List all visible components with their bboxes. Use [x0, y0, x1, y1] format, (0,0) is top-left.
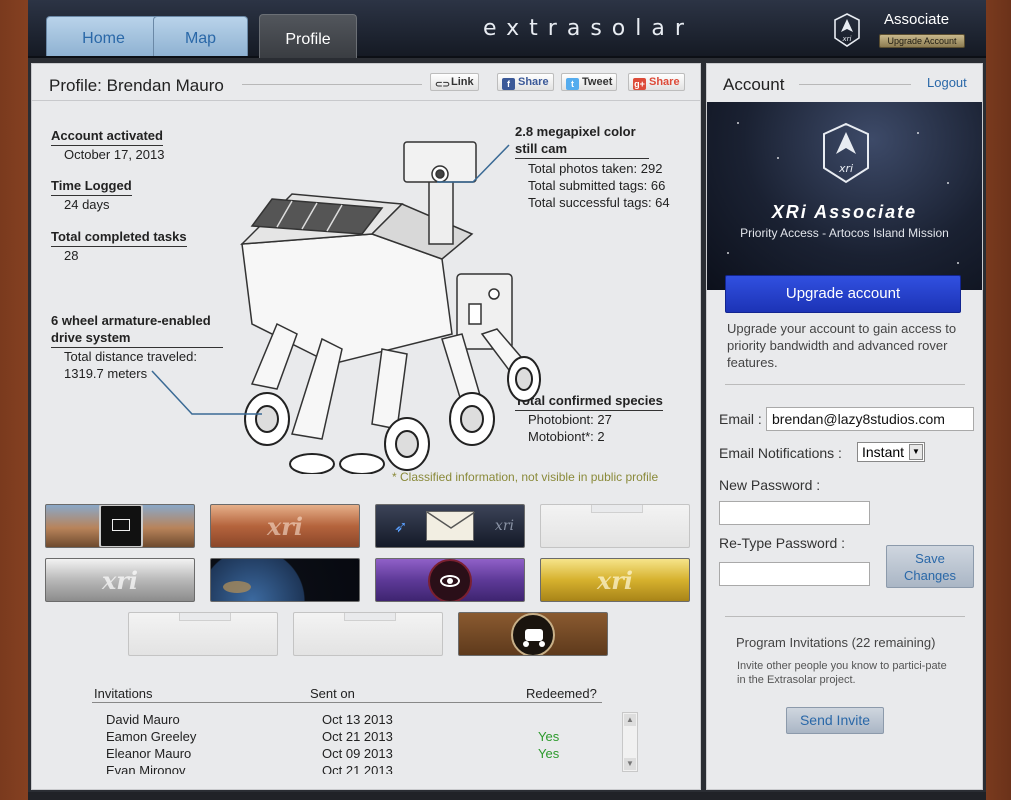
- invitations-header-rule: [92, 702, 602, 703]
- invitation-sent-date: Oct 13 2013: [322, 712, 393, 727]
- invitation-sent-date: Oct 09 2013: [322, 746, 393, 761]
- invitation-name: Evan Mironov: [106, 763, 186, 774]
- invitations-scrollbar[interactable]: ▲ ▼: [622, 712, 638, 772]
- xri-logo-icon: xri: [834, 13, 860, 47]
- tab-map[interactable]: Map: [153, 16, 248, 56]
- redeemed-column-header: Redeemed?: [526, 686, 597, 701]
- rover-icon: [511, 613, 555, 655]
- upgrade-account-button[interactable]: Upgrade account: [725, 275, 961, 313]
- email-notifications-select[interactable]: Instant ▼: [857, 442, 925, 462]
- retype-password-field[interactable]: [719, 562, 870, 586]
- email-label: Email :: [719, 411, 762, 427]
- email-notifications-value: Instant: [862, 444, 905, 460]
- badge-xri-copper[interactable]: xri: [210, 504, 360, 548]
- invitations-divider: [725, 616, 965, 617]
- rocket-icon: ➶: [394, 519, 408, 536]
- badge-empty-slot[interactable]: [293, 612, 443, 656]
- tab-home[interactable]: Home: [46, 16, 161, 56]
- invitations-column-header: Invitations: [94, 686, 153, 701]
- program-invitations-heading: Program Invitations (22 remaining): [736, 635, 936, 650]
- retype-password-label: Re-Type Password :: [719, 535, 846, 551]
- callout-lines: [151, 144, 510, 415]
- brand-logo-text: extrasolar: [483, 16, 694, 41]
- account-panel: Account Logout xri XRi Associate Priorit…: [706, 63, 983, 790]
- send-invite-button[interactable]: Send Invite: [786, 707, 884, 734]
- envelope-icon: [426, 511, 476, 541]
- xri-emblem-icon: xri: [823, 122, 869, 184]
- badge-empty-slot[interactable]: [128, 612, 278, 656]
- badge-xri-mail-label: xri: [494, 518, 514, 534]
- upgrade-account-small-button[interactable]: Upgrade Account: [879, 34, 965, 48]
- app-frame: Home Map Profile extrasolar xri Associat…: [28, 0, 986, 800]
- svg-text:xri: xri: [842, 35, 852, 43]
- account-level-label: Associate: [884, 11, 950, 28]
- badge-xri-mail[interactable]: ➶ xri: [375, 504, 525, 548]
- xri-associate-promo: xri XRi Associate Priority Access - Arto…: [707, 102, 982, 290]
- account-title: Account: [723, 75, 785, 94]
- bottom-bar: [28, 792, 986, 800]
- program-invitations-description: Invite other people you know to partici-…: [737, 660, 947, 686]
- badge-xri-gold[interactable]: xri: [540, 558, 690, 602]
- classified-note: * Classified information, not visible in…: [392, 470, 659, 484]
- sent-on-column-header: Sent on: [310, 686, 355, 701]
- save-changes-button[interactable]: Save Changes: [886, 545, 974, 588]
- badge-xri-silver-label: xri: [101, 566, 139, 595]
- promo-subtitle: Priority Access - Artocos Island Mission: [740, 226, 949, 240]
- promo-title: XRi Associate: [771, 202, 918, 222]
- save-changes-label-1: Save: [915, 551, 945, 566]
- badge-xri-copper-label: xri: [266, 512, 304, 541]
- account-divider: [725, 384, 965, 385]
- svg-text:xri: xri: [838, 162, 853, 175]
- new-password-field[interactable]: [719, 501, 870, 525]
- badge-rover[interactable]: [458, 612, 608, 656]
- logout-link[interactable]: Logout: [927, 75, 967, 90]
- upgrade-description: Upgrade your account to gain access to p…: [727, 321, 957, 370]
- save-changes-label-2: Changes: [903, 568, 957, 583]
- invitation-sent-date: Oct 21 2013: [322, 729, 393, 744]
- invitation-name: Eamon Greeley: [106, 729, 197, 744]
- camera-photo-icon: [99, 505, 143, 547]
- account-title-rule: [799, 84, 911, 85]
- invitation-sent-date: Oct 21 2013: [322, 763, 393, 774]
- email-notifications-label: Email Notifications :: [719, 445, 842, 461]
- scroll-up-arrow-icon[interactable]: ▲: [624, 714, 636, 726]
- tab-profile[interactable]: Profile: [259, 14, 357, 58]
- badge-planet[interactable]: [210, 558, 360, 602]
- badge-empty-slot[interactable]: [540, 504, 690, 548]
- badge-eye[interactable]: [375, 558, 525, 602]
- scroll-down-arrow-icon[interactable]: ▼: [624, 758, 636, 770]
- top-header: Home Map Profile extrasolar xri Associat…: [28, 0, 986, 58]
- new-password-label: New Password :: [719, 477, 821, 493]
- eye-icon: [428, 559, 472, 601]
- email-field[interactable]: brendan@lazy8studios.com: [766, 407, 974, 431]
- invitations-list[interactable]: David Mauro Oct 13 2013 Eamon Greeley Oc…: [92, 708, 612, 774]
- invitation-name: David Mauro: [106, 712, 180, 727]
- badge-photo-landscape[interactable]: [45, 504, 195, 548]
- badge-xri-gold-label: xri: [596, 566, 634, 595]
- invitation-redeemed: Yes: [538, 746, 560, 761]
- badge-xri-silver[interactable]: xri: [45, 558, 195, 602]
- profile-panel: Profile: Brendan Mauro ⊂⊃Link f Share t Tw…: [31, 63, 701, 790]
- chevron-down-icon[interactable]: ▼: [909, 444, 923, 460]
- invitation-name: Eleanor Mauro: [106, 746, 192, 761]
- invitation-redeemed: Yes: [538, 729, 560, 744]
